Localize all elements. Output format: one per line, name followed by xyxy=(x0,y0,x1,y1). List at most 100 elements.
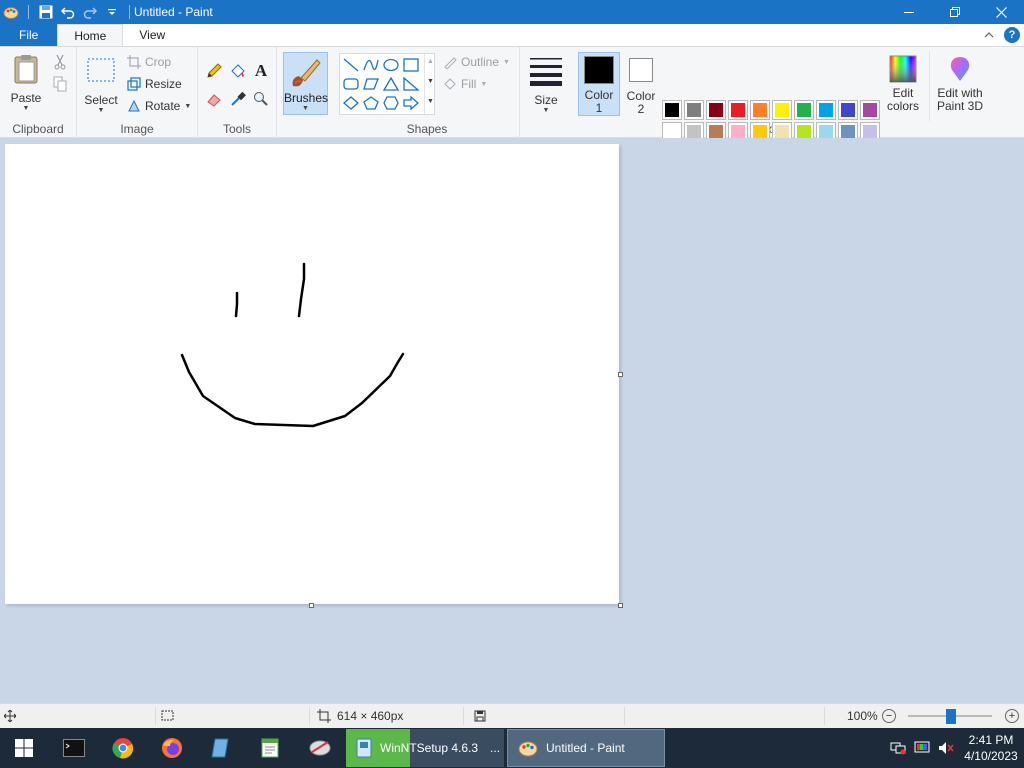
palette-color-swatch[interactable] xyxy=(706,100,726,120)
redo-icon[interactable] xyxy=(81,3,99,21)
crop-button[interactable]: Crop xyxy=(127,55,171,69)
arrow-shape-icon[interactable] xyxy=(402,95,420,111)
edit-colors-button[interactable]: Edit colors xyxy=(883,55,923,113)
swatch-fill xyxy=(819,103,833,117)
polygon-shape-icon[interactable] xyxy=(362,76,380,92)
outline-button[interactable]: Outline ▼ xyxy=(443,55,510,69)
palette-color-swatch[interactable] xyxy=(860,100,880,120)
eraser-icon[interactable] xyxy=(204,89,224,109)
brush-icon xyxy=(292,59,321,87)
triangle-shape-icon[interactable] xyxy=(382,76,400,92)
resize-button[interactable]: Resize xyxy=(127,77,182,91)
minimize-button[interactable] xyxy=(886,0,932,24)
line-shape-icon[interactable] xyxy=(342,57,360,73)
pentagon-shape-icon[interactable] xyxy=(362,95,380,111)
palette-color-swatch[interactable] xyxy=(662,100,682,120)
rounded-rectangle-shape-icon[interactable] xyxy=(342,76,360,92)
color1-button[interactable]: Color 1 xyxy=(578,52,620,116)
taskbar-clock[interactable]: 2:41 PM 4/10/2023 xyxy=(958,732,1024,764)
resize-handle-corner[interactable] xyxy=(618,603,623,608)
copy-icon[interactable] xyxy=(50,74,70,94)
swatch-fill xyxy=(841,125,855,139)
curve-shape-icon[interactable] xyxy=(362,57,380,73)
chevron-down-icon: ▼ xyxy=(480,80,488,88)
tab-view[interactable]: View xyxy=(123,24,181,46)
palette-color-swatch[interactable] xyxy=(794,100,814,120)
restore-button[interactable] xyxy=(932,0,978,24)
edit-with-paint3d-button[interactable]: Edit with Paint 3D xyxy=(934,55,986,113)
chevron-down-icon: ▼ xyxy=(302,105,309,112)
volume-muted-icon[interactable] xyxy=(934,741,958,755)
collapse-ribbon-icon[interactable] xyxy=(984,28,994,42)
swatch-fill xyxy=(863,103,877,117)
diamond-shape-icon[interactable] xyxy=(342,95,360,111)
drawing-canvas[interactable] xyxy=(5,144,619,604)
size-button[interactable]: Size ▼ xyxy=(527,55,565,114)
taskbar-snipping-tool[interactable] xyxy=(296,728,344,768)
palette-color-swatch[interactable] xyxy=(684,100,704,120)
close-button[interactable] xyxy=(978,0,1024,24)
taskbar-app-paint[interactable]: Untitled - Paint xyxy=(507,729,665,767)
right-triangle-shape-icon[interactable] xyxy=(402,76,420,92)
scroll-down-icon[interactable]: ▼ xyxy=(427,78,434,85)
taskbar-notepad[interactable] xyxy=(246,728,294,768)
tab-home[interactable]: Home xyxy=(57,24,124,46)
winntsetup-label: WinNTSetup 4.6.3 xyxy=(380,741,479,755)
cut-icon[interactable] xyxy=(50,52,70,72)
scroll-up-icon[interactable]: ▲ xyxy=(427,58,434,65)
select-label: Select xyxy=(84,93,118,107)
rectangle-shape-icon[interactable] xyxy=(402,57,420,73)
select-button[interactable]: Select ▼ xyxy=(83,55,119,114)
save-icon[interactable] xyxy=(37,3,55,21)
paint-app-icon[interactable] xyxy=(2,3,20,21)
zoom-out-button[interactable]: − xyxy=(882,709,896,723)
oval-shape-icon[interactable] xyxy=(382,57,400,73)
resize-handle-bottom[interactable] xyxy=(309,603,314,608)
color-picker-icon[interactable] xyxy=(228,89,248,109)
brushes-button[interactable]: Brushes ▼ xyxy=(283,52,328,115)
hexagon-shape-icon[interactable] xyxy=(382,95,400,111)
palette-color-swatch[interactable] xyxy=(838,100,858,120)
magnifier-icon[interactable] xyxy=(251,89,271,109)
palette-color-swatch[interactable] xyxy=(750,100,770,120)
swatch-fill xyxy=(709,103,723,117)
gallery-more-icon[interactable]: ▼ xyxy=(427,98,434,105)
shapes-scrollbar[interactable]: ▲ ▼ ▼ xyxy=(424,54,435,114)
chrome-icon xyxy=(112,738,134,759)
swatch-fill xyxy=(687,103,701,117)
taskbar-app-winntsetup[interactable]: WinNTSetup 4.6.3 ... xyxy=(346,729,504,767)
network-icon[interactable] xyxy=(886,741,910,755)
rotate-button[interactable]: Rotate ▼ xyxy=(127,99,191,113)
swatch-fill xyxy=(863,125,877,139)
clock-date: 4/10/2023 xyxy=(964,749,1018,763)
zoom-in-button[interactable]: + xyxy=(1005,709,1019,723)
fill-bucket-icon[interactable] xyxy=(228,61,248,81)
chevron-down-icon: ▼ xyxy=(542,107,550,114)
palette-color-swatch[interactable] xyxy=(816,100,836,120)
snipping-icon xyxy=(309,740,331,756)
undo-icon[interactable] xyxy=(59,3,77,21)
taskbar-chrome[interactable] xyxy=(99,728,147,768)
palette-color-swatch[interactable] xyxy=(728,100,748,120)
fill-button[interactable]: Fill ▼ xyxy=(443,77,487,91)
taskbar-firefox[interactable] xyxy=(148,728,196,768)
paste-button[interactable]: Paste ▼ xyxy=(8,53,44,112)
tab-file[interactable]: File xyxy=(0,24,58,46)
shapes-gallery: ▲ ▼ ▼ xyxy=(339,53,435,115)
taskbar-notebook[interactable] xyxy=(197,728,245,768)
start-button[interactable] xyxy=(0,728,48,768)
display-icon[interactable] xyxy=(910,741,934,755)
text-icon[interactable]: A xyxy=(251,61,271,81)
color2-button[interactable]: Color 2 xyxy=(622,52,660,116)
zoom-slider-thumb[interactable] xyxy=(946,709,956,724)
resize-handle-right[interactable] xyxy=(618,372,623,377)
taskbar-terminal[interactable] xyxy=(50,728,98,768)
swatch-fill xyxy=(775,125,789,139)
separator xyxy=(824,707,825,725)
customize-toolbar-icon[interactable] xyxy=(103,3,121,21)
swatch-fill xyxy=(753,103,767,117)
palette-color-swatch[interactable] xyxy=(772,100,792,120)
pencil-icon[interactable] xyxy=(204,61,224,81)
help-icon[interactable]: ? xyxy=(1004,27,1020,43)
image-size-icon xyxy=(317,709,331,723)
